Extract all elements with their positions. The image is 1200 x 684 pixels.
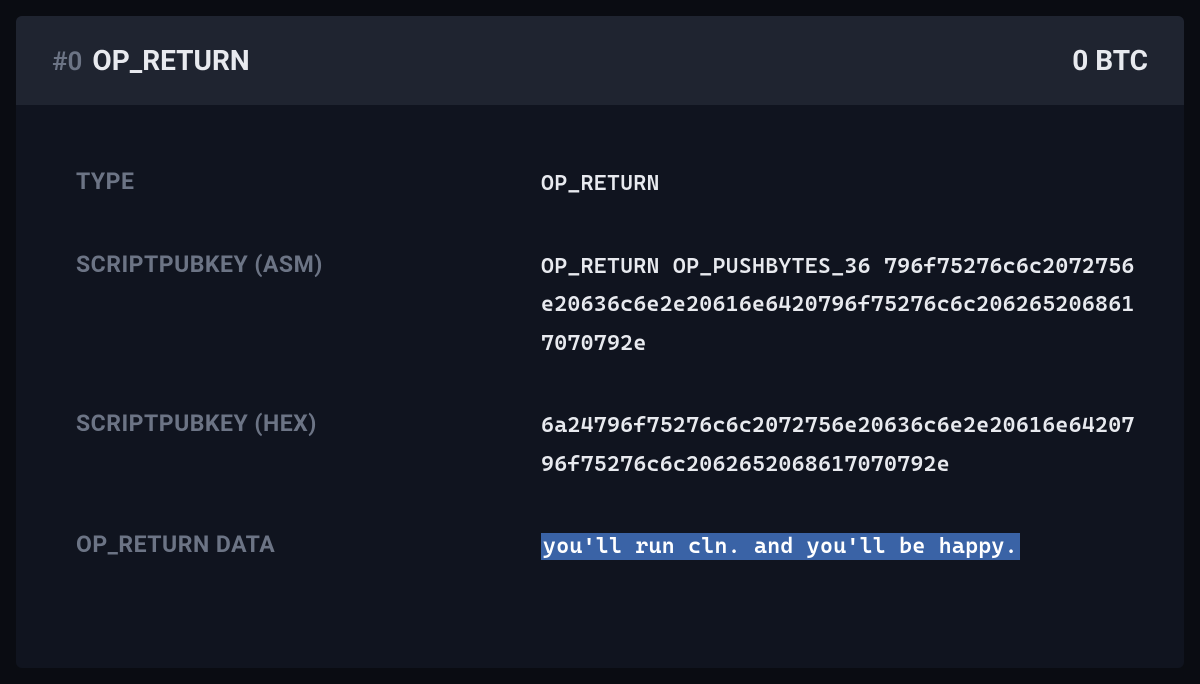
output-amount: 0 BTC [1072, 44, 1148, 77]
value-type[interactable]: OP_RETURN [541, 165, 660, 204]
output-panel: #0 OP_RETURN 0 BTC TYPE OP_RETURN SCRIPT… [16, 16, 1184, 668]
row-scriptpubkey-hex: SCRIPTPUBKEY (HEX) 6a24796f75276c6c20727… [76, 407, 1136, 484]
row-op-return-data: OP_RETURN DATA you'll run cln. and you'l… [76, 528, 1136, 567]
output-header-left: #0 OP_RETURN [52, 44, 250, 77]
value-scriptpubkey-asm[interactable]: OP_RETURN OP_PUSHBYTES_36 796f75276c6c20… [541, 248, 1136, 364]
row-scriptpubkey-asm: SCRIPTPUBKEY (ASM) OP_RETURN OP_PUSHBYTE… [76, 248, 1136, 364]
output-header: #0 OP_RETURN 0 BTC [16, 16, 1184, 105]
label-op-return-data: OP_RETURN DATA [76, 528, 541, 567]
output-body: TYPE OP_RETURN SCRIPTPUBKEY (ASM) OP_RET… [16, 105, 1184, 651]
output-title: OP_RETURN [92, 44, 249, 77]
value-scriptpubkey-hex[interactable]: 6a24796f75276c6c2072756e20636c6e2e20616e… [541, 407, 1136, 484]
output-index: #0 [52, 47, 82, 77]
label-scriptpubkey-hex: SCRIPTPUBKEY (HEX) [76, 407, 541, 484]
label-type: TYPE [76, 165, 541, 204]
value-op-return-data[interactable]: you'll run cln. and you'll be happy. [541, 533, 1020, 560]
value-op-return-data-wrap: you'll run cln. and you'll be happy. [541, 528, 1020, 567]
row-type: TYPE OP_RETURN [76, 165, 1136, 204]
label-scriptpubkey-asm: SCRIPTPUBKEY (ASM) [76, 248, 541, 364]
